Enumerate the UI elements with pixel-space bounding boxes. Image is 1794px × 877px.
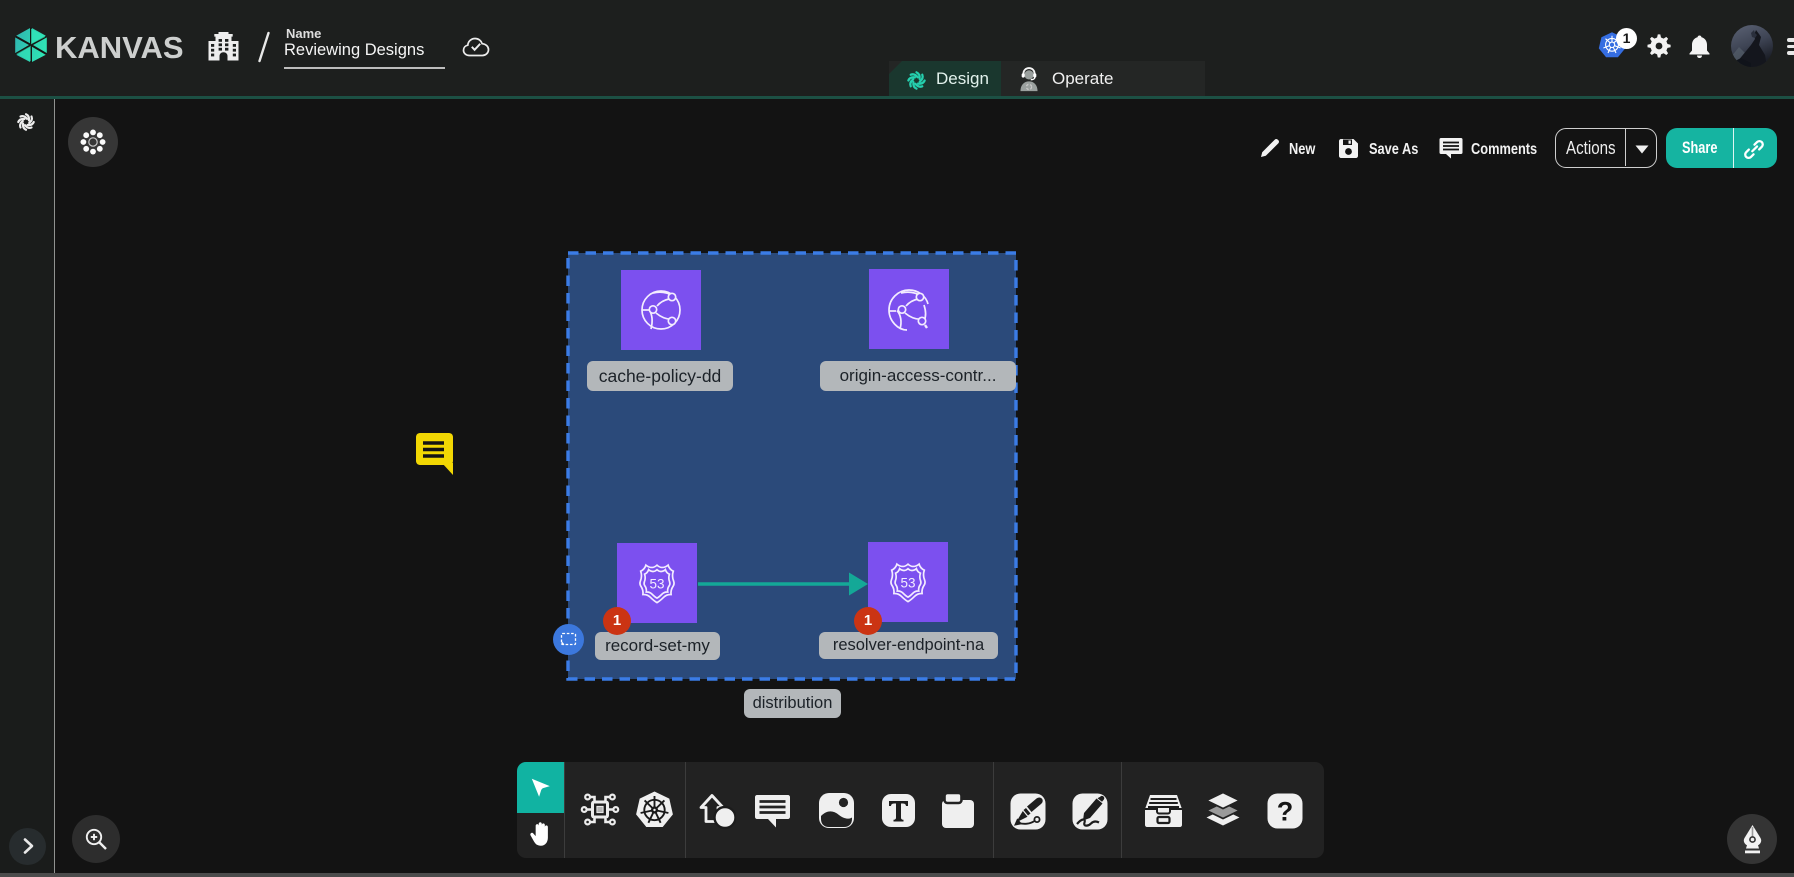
svg-text:53: 53: [649, 577, 664, 592]
svg-text:?: ?: [1277, 797, 1294, 827]
svg-text:53: 53: [900, 576, 915, 591]
